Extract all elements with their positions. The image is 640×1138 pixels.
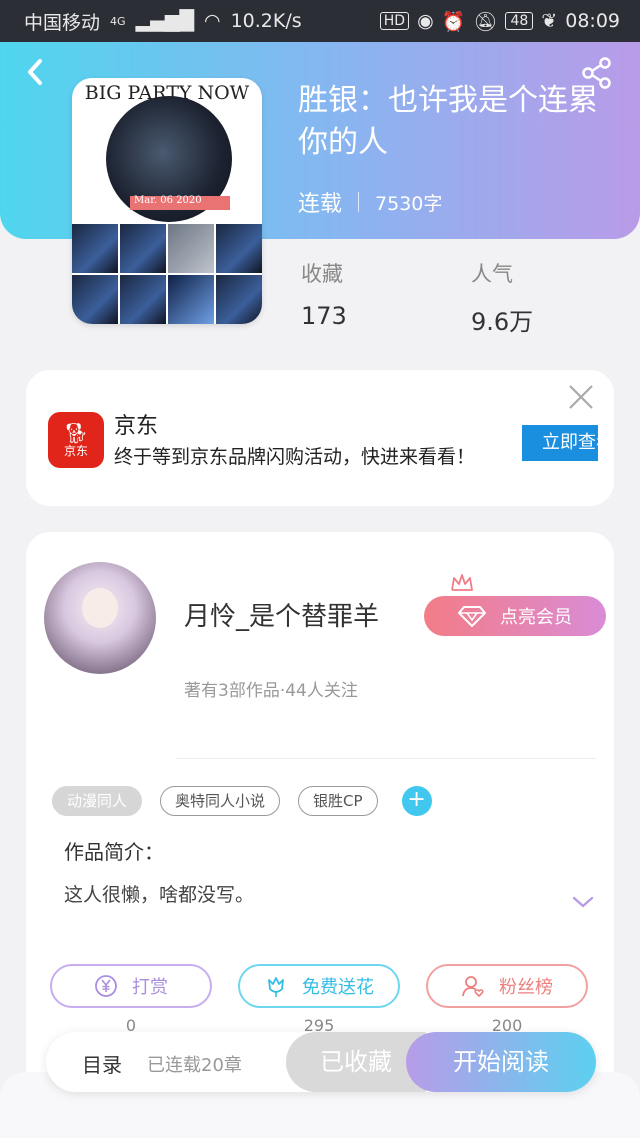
jd-logo: 🐕︎ 京东	[48, 412, 104, 468]
jd-logo-text: 京东	[63, 444, 88, 458]
flower-icon	[268, 977, 284, 997]
book-cover[interactable]: BIG PARTY NOW Mar. 06 2020	[72, 78, 262, 324]
ad-cta-button[interactable]: 立即查看	[522, 425, 598, 461]
wifi-icon: ◠	[204, 10, 221, 32]
tag-item[interactable]: 银胜CP	[298, 786, 378, 816]
vip-button-label: 点亮会员	[500, 607, 572, 628]
reward-button[interactable]: 打赏	[50, 964, 212, 1008]
alarm-icon: ⏰	[441, 10, 466, 33]
divider	[176, 758, 596, 759]
fans-label: 粉丝榜	[499, 977, 553, 998]
hd-icon: HD	[379, 12, 410, 30]
clock: 08:09	[565, 10, 620, 32]
book-title: 胜银：也许我是个连累你的人	[298, 83, 598, 160]
reward-label: 打赏	[132, 977, 168, 998]
ad-name: 京东	[114, 414, 159, 439]
signal-icon: ▂▄▆█	[135, 10, 194, 32]
intro-text: 这人很懒，啥都没写。	[64, 884, 255, 906]
back-button[interactable]	[18, 54, 54, 90]
tag-list: 动漫同人 奥特同人小说 银胜CP +	[52, 786, 432, 816]
cover-date: Mar. 06 2020	[134, 195, 202, 206]
favorites-stat: 收藏 173	[301, 258, 347, 330]
add-tag-button[interactable]: +	[401, 786, 432, 816]
eye-icon: ◉	[417, 10, 434, 32]
chevron-down-icon	[572, 896, 594, 908]
collected-button[interactable]: 已收藏	[286, 1032, 426, 1092]
favorites-label: 收藏	[301, 262, 343, 286]
network-speed: 10.2K/s	[230, 10, 302, 32]
crown-icon	[451, 574, 473, 591]
intro-label: 作品简介：	[64, 840, 164, 864]
author-avatar[interactable]	[44, 562, 156, 674]
favorites-value: 173	[301, 302, 347, 330]
mute-icon: 🔕︎	[473, 10, 498, 33]
start-reading-button[interactable]: 开始阅读	[406, 1032, 596, 1092]
send-flower-button[interactable]: 免费送花	[238, 964, 400, 1008]
bottom-action-bar: 目录 已连载20章 已收藏 开始阅读	[46, 1032, 596, 1092]
table-of-contents-button[interactable]: 目录	[82, 1049, 122, 1078]
popularity-value: 9.6万	[471, 308, 534, 336]
diamond-icon	[458, 606, 486, 627]
close-icon	[569, 385, 593, 409]
author-stats: 著有3部作品·44人关注	[184, 681, 358, 701]
meta-divider	[358, 192, 360, 212]
expand-button[interactable]	[570, 892, 596, 912]
tag-item[interactable]: 动漫同人	[52, 786, 143, 816]
cover-thumbnail-grid	[72, 224, 262, 324]
leaf-icon: ❦	[541, 10, 558, 32]
ad-close-button[interactable]	[566, 382, 596, 412]
book-meta: 连载 7530字	[298, 186, 442, 218]
cover-title: BIG PARTY NOW	[84, 82, 250, 104]
tag-item[interactable]: 奥特同人小说	[160, 786, 281, 816]
battery-icon: 48	[505, 12, 534, 30]
serial-status: 连载	[298, 192, 343, 217]
status-bar: 中国移动 4G ▂▄▆█ ◠ 10.2K/s HD ◉ ⏰ 🔕︎ 48 ❦ 08…	[0, 0, 640, 42]
chevron-left-icon	[28, 59, 42, 85]
word-count: 7530字	[375, 192, 443, 215]
jd-dog-icon: 🐕︎	[63, 421, 89, 445]
popularity-stat: 人气 9.6万	[471, 258, 533, 337]
fans-rank-button[interactable]: 粉丝榜	[426, 964, 588, 1008]
ad-description: 终于等到京东品牌闪购活动，快进来看看！	[114, 446, 476, 468]
yen-icon	[95, 975, 117, 997]
user-heart-icon	[462, 976, 484, 998]
chapter-count: 已连载20章	[147, 1055, 242, 1076]
popularity-label: 人气	[471, 262, 513, 286]
carrier-label: 中国移动	[24, 11, 101, 34]
network-type: 4G	[110, 14, 126, 28]
ad-banner[interactable]: 🐕︎ 京东 京东 终于等到京东品牌闪购活动，快进来看看！ 立即查看	[26, 370, 614, 506]
vip-button[interactable]: 点亮会员	[424, 596, 606, 636]
flower-label: 免费送花	[302, 977, 374, 998]
author-name[interactable]: 月怜_是个替罪羊	[184, 596, 379, 633]
